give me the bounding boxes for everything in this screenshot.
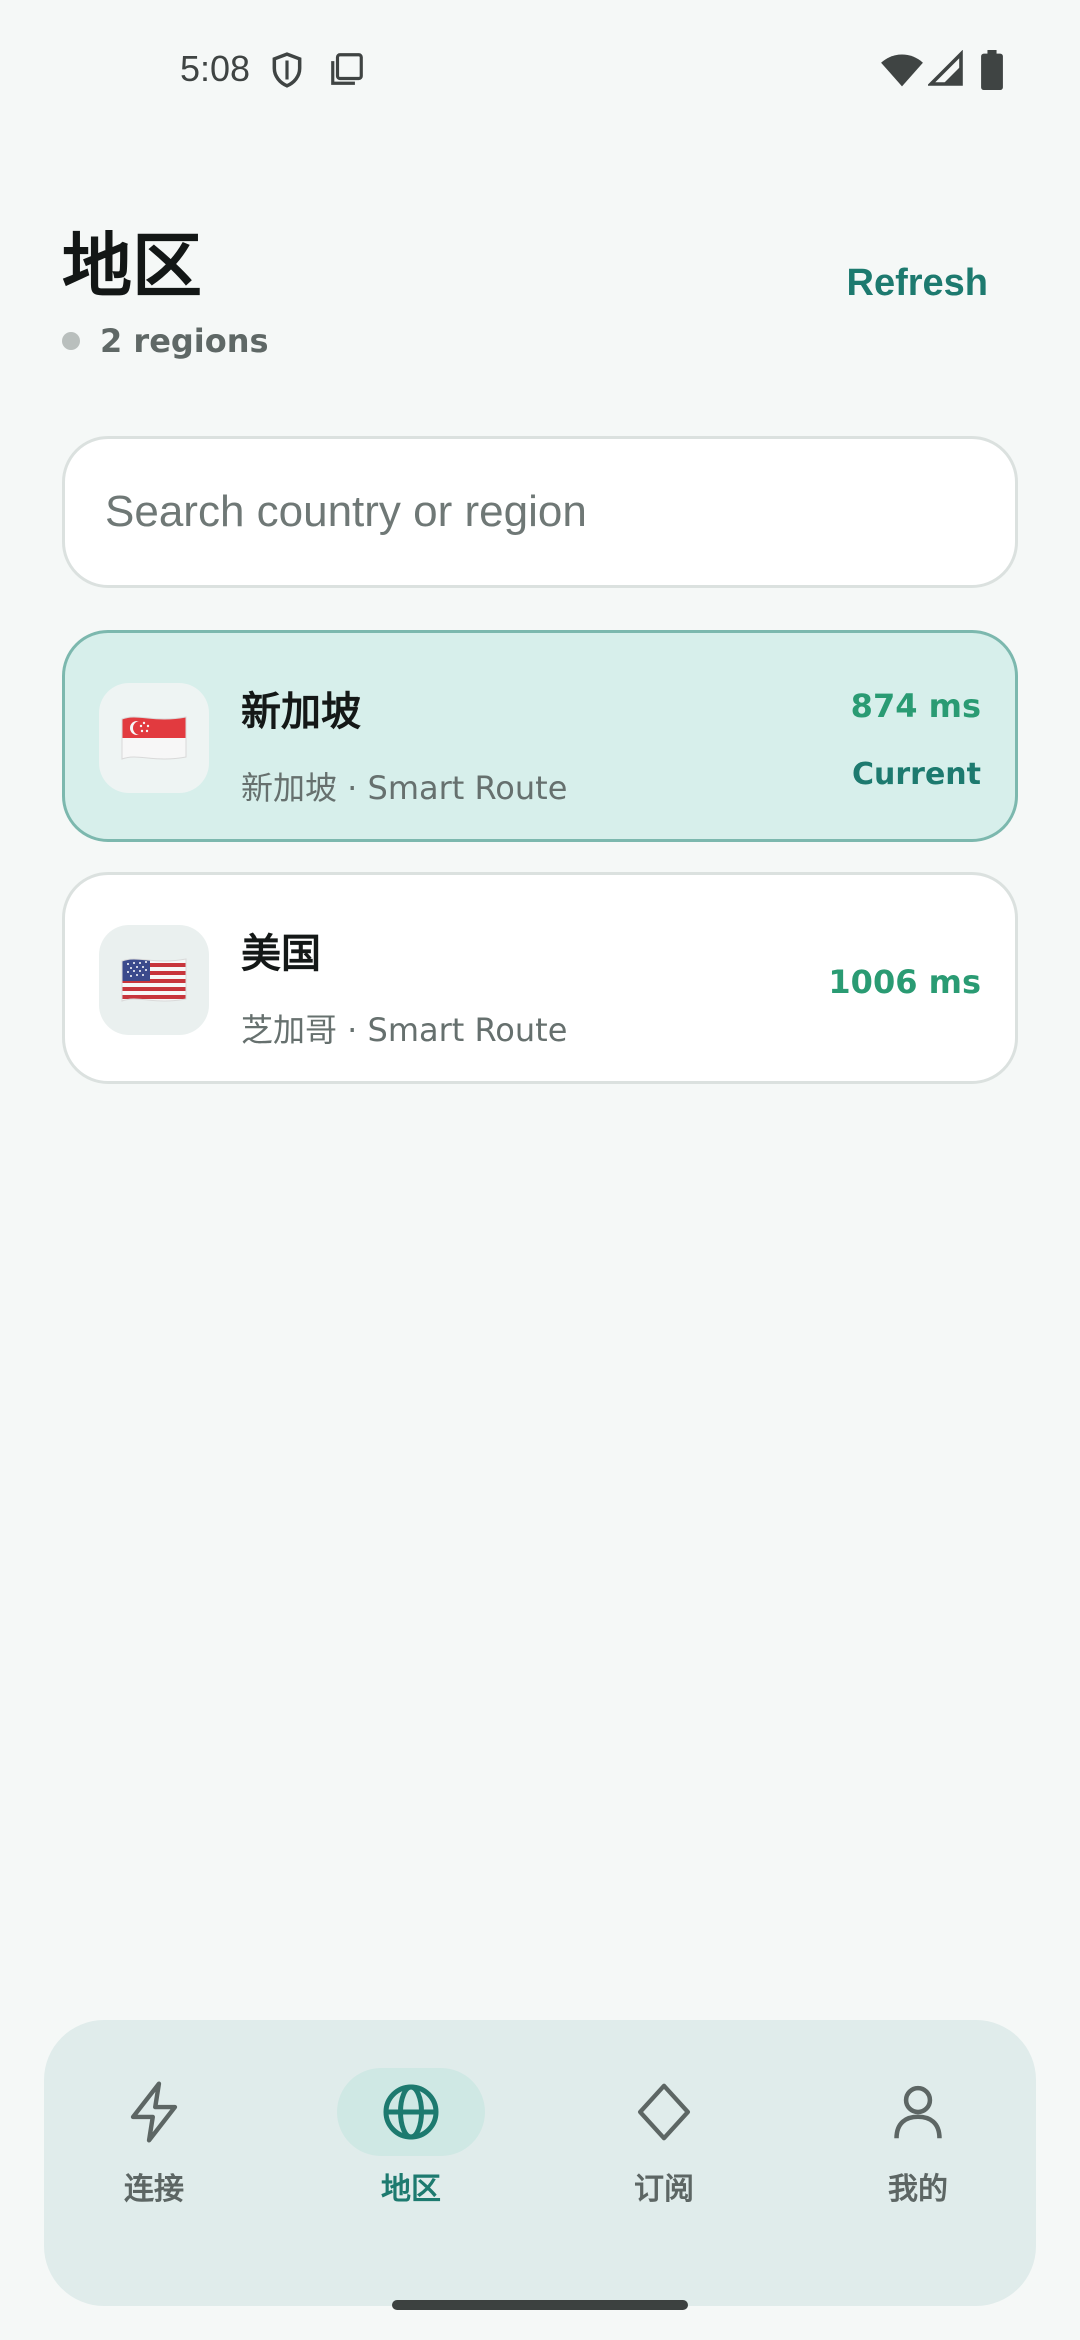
status-time: 5:08 [180,48,251,89]
current-badge: Current [851,757,981,792]
nav-icon-container [337,2068,485,2156]
region-count: 2 regions [62,322,269,360]
diamond-icon [638,2083,690,2141]
status-dot [62,332,80,350]
refresh-button[interactable]: Refresh [847,262,989,305]
nav-item-subscription[interactable]: 订阅 [574,2068,754,2218]
search-box[interactable] [62,436,1018,588]
flag-tile [99,925,209,1035]
nav-icon-container [80,2068,228,2156]
region-card-usa[interactable]: 美国 芝加哥 · Smart Route 1006 ms [62,872,1018,1084]
signal-icon [926,49,964,92]
flag-tile [99,683,209,793]
nav-item-connect[interactable]: 连接 [64,2068,244,2218]
region-subtitle: 芝加哥 · Smart Route [241,1011,568,1049]
battery-icon [980,50,1004,94]
nav-label: 订阅 [634,2172,694,2207]
nav-label: 连接 [124,2172,184,2207]
region-count-text: 2 regions [100,322,269,360]
nav-icon-container [590,2068,738,2156]
home-indicator[interactable] [392,2300,688,2310]
globe-icon [383,2084,439,2140]
region-name: 新加坡 [241,689,361,735]
nav-item-regions[interactable]: 地区 [321,2068,501,2218]
person-icon [894,2085,942,2139]
status-bar: 5:08 [0,0,1080,140]
screenshot-icon [328,50,366,92]
shield-icon [268,50,306,94]
page-title: 地区 [62,225,202,307]
nav-label: 地区 [381,2172,441,2207]
bottom-navigation: 连接 地区 订阅 我的 [44,2020,1036,2306]
regions-screen: 5:08 地区 2 regions Refresh Search country… [0,0,1080,2340]
region-name: 美国 [241,931,321,977]
region-card-singapore[interactable]: 新加坡 新加坡 · Smart Route 874 ms Current [62,630,1018,842]
region-subtitle: 新加坡 · Smart Route [241,769,568,807]
wifi-icon [880,50,924,94]
nav-icon-container [844,2068,992,2156]
nav-label: 我的 [888,2172,948,2207]
lightning-icon [130,2081,178,2143]
singapore-flag-icon [121,716,187,760]
us-flag-icon [121,958,187,1002]
latency-value: 1006 ms [828,963,981,1001]
latency-value: 874 ms [850,687,981,725]
nav-item-profile[interactable]: 我的 [828,2068,1008,2218]
search-input[interactable] [105,439,965,585]
